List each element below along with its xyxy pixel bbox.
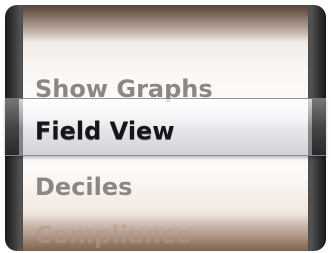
picker-item-show-graphs[interactable]: Show Graphs — [35, 75, 213, 103]
picker-item-deciles[interactable]: Deciles — [35, 173, 132, 201]
picker-item-compliance[interactable]: Compliance — [35, 221, 192, 249]
selected-item-label[interactable]: Field View — [35, 117, 175, 145]
